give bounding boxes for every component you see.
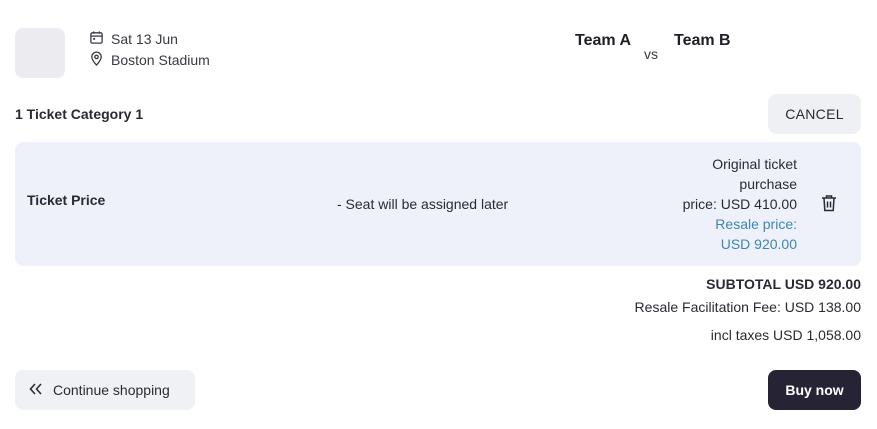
continue-shopping-button[interactable]: Continue shopping: [15, 370, 195, 410]
resale-price-line-2: USD 920.00: [720, 236, 797, 252]
ticket-card: Ticket Price - Seat will be assigned lat…: [15, 142, 861, 266]
calendar-icon: [89, 30, 104, 48]
home-team: Team A: [575, 32, 632, 49]
event-date: Sat 13 Jun: [111, 31, 178, 47]
original-price-line-3: price: USD 410.00: [682, 196, 797, 212]
event-date-row: Sat 13 Jun: [89, 30, 178, 48]
total-incl-taxes: incl taxes USD 1,058.00: [710, 327, 861, 343]
cancel-button[interactable]: CANCEL: [768, 94, 861, 134]
event-thumbnail: [15, 28, 65, 78]
event-venue: Boston Stadium: [111, 52, 210, 68]
event-venue-row: Boston Stadium: [89, 51, 210, 69]
subtotal: SUBTOTAL USD 920.00: [706, 276, 861, 292]
ticket-prices: Original ticket purchase price: USD 410.…: [657, 154, 797, 254]
versus-label: vs: [644, 46, 658, 62]
ticket-category-title: 1 Ticket Category 1: [15, 106, 144, 122]
delete-ticket-button[interactable]: [820, 194, 838, 217]
trash-icon: [821, 194, 837, 217]
location-pin-icon: [89, 51, 104, 69]
double-chevron-left-icon: [29, 382, 43, 398]
away-team: Team B: [674, 32, 731, 49]
resale-fee: Resale Facilitation Fee: USD 138.00: [634, 299, 861, 315]
seat-note: - Seat will be assigned later: [337, 196, 509, 212]
original-price-line-1: Original ticket: [712, 156, 797, 172]
resale-price-line-1: Resale price:: [715, 216, 797, 232]
original-price-line-2: purchase: [739, 176, 797, 192]
buy-now-button[interactable]: Buy now: [768, 370, 861, 410]
ticket-price-label: Ticket Price: [27, 192, 106, 208]
continue-shopping-label: Continue shopping: [53, 382, 170, 398]
